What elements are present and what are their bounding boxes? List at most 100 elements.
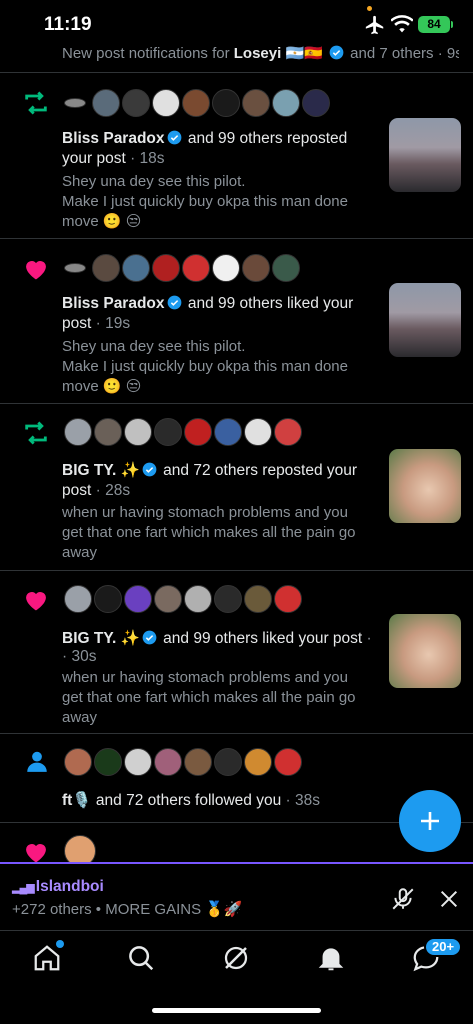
- avatar: [94, 418, 122, 446]
- timestamp: · 38s: [285, 792, 320, 809]
- verified-icon: [167, 295, 181, 310]
- user-name: ft🎙️: [62, 792, 92, 809]
- flags-icon: 🇦🇷🇪🇸: [281, 45, 327, 62]
- avatar-row: [64, 583, 302, 615]
- snippet-line: when ur having stomach problems and you: [62, 669, 348, 686]
- avatar: [152, 254, 180, 282]
- avatar: [214, 748, 242, 776]
- avatar: [272, 89, 300, 117]
- avatar: [274, 748, 302, 776]
- snippet-line: Shey una dey see this pilot.: [62, 338, 246, 355]
- user-name: BIG TY. ✨: [62, 630, 140, 647]
- summary-prefix: New post notifications for: [62, 45, 234, 62]
- status-time: 11:19: [44, 14, 92, 35]
- timestamp: · 18s: [130, 150, 165, 167]
- notification-item[interactable]: BIG TY. ✨ and 72 others reposted your po…: [0, 404, 473, 570]
- post-thumbnail[interactable]: [389, 283, 461, 357]
- avatar: [64, 98, 86, 108]
- tab-home[interactable]: [32, 940, 64, 973]
- verified-icon: [329, 45, 344, 60]
- bell-icon: [318, 948, 344, 971]
- notification-item[interactable]: Bliss Paradox and 99 others liked your p…: [0, 239, 473, 403]
- avatar-row: [64, 252, 300, 284]
- post-snippet: Shey una dey see this pilot. Make I just…: [62, 337, 362, 397]
- notification-text: Bliss Paradox and 99 others liked your: [62, 294, 353, 314]
- post-thumbnail[interactable]: [389, 449, 461, 523]
- tab-search[interactable]: [126, 943, 156, 973]
- snippet-line: move 🙂 😒: [62, 213, 142, 230]
- avatar: [182, 89, 210, 117]
- avatar: [274, 585, 302, 613]
- mic-off-icon[interactable]: [390, 886, 416, 912]
- repost-icon: [25, 91, 47, 115]
- notification-text: BIG TY. ✨ and 99 others liked your post …: [62, 630, 372, 647]
- user-name: Bliss Paradox: [62, 295, 165, 312]
- avatar: [154, 748, 182, 776]
- summary-name: Loseyi: [233, 45, 282, 62]
- avatar: [92, 89, 120, 117]
- timestamp: · 19s: [95, 315, 131, 332]
- verified-icon: [167, 130, 181, 145]
- home-indicator: [152, 1008, 321, 1013]
- spaces-dock[interactable]: ▂▄▆ Islandboi +272 others • MORE GAINS 🥇…: [0, 862, 473, 928]
- snippet-line: away: [62, 544, 98, 561]
- avatar: [124, 585, 152, 613]
- notification-text-cont: post · 28s: [62, 481, 130, 501]
- search-icon: [129, 946, 154, 971]
- timestamp: · 28s: [95, 482, 131, 499]
- notification-text-cont: · 30s: [62, 647, 96, 667]
- tab-notifications[interactable]: [316, 943, 346, 973]
- action-text: and 99 others liked your post: [158, 630, 363, 647]
- action-text: and 99 others liked your: [183, 295, 354, 312]
- post-thumbnail[interactable]: [389, 118, 461, 192]
- timestamp: · 30s: [62, 648, 97, 665]
- battery-tip: [451, 21, 453, 28]
- avatar-row: [64, 87, 330, 119]
- post-thumbnail[interactable]: [389, 614, 461, 688]
- notification-item[interactable]: Bliss Paradox and 99 others reposted you…: [0, 73, 473, 239]
- avatar: [64, 748, 92, 776]
- post-snippet: Shey una dey see this pilot. Make I just…: [62, 172, 362, 232]
- unread-dot: [56, 940, 64, 948]
- summary-time: · 9s: [437, 45, 459, 62]
- avatar: [302, 89, 330, 117]
- post-snippet: when ur having stomach problems and you …: [62, 503, 362, 563]
- avatar: [244, 418, 272, 446]
- verified-icon: [142, 462, 157, 477]
- avatar: [184, 418, 212, 446]
- tab-grok[interactable]: [221, 943, 251, 973]
- avatar: [94, 748, 122, 776]
- avatar: [242, 89, 270, 117]
- avatar: [242, 254, 270, 282]
- avatar: [244, 585, 272, 613]
- avatar: [122, 89, 150, 117]
- person-icon: [27, 751, 47, 772]
- notification-item[interactable]: BIG TY. ✨ and 99 others liked your post …: [0, 571, 473, 733]
- notification-text: Bliss Paradox and 99 others reposted: [62, 129, 347, 149]
- avatar: [184, 748, 212, 776]
- status-bar: 11:19 84: [0, 0, 473, 50]
- compose-button[interactable]: [399, 790, 461, 852]
- notification-text: ft🎙️ and 72 others followed you · 38s: [62, 791, 320, 811]
- action-text: and 72 others followed you: [91, 792, 282, 809]
- live-bars-icon: ▂▄▆: [12, 882, 36, 894]
- avatar: [122, 254, 150, 282]
- snippet-line: get that one fart which makes all the pa…: [62, 689, 356, 706]
- user-name: Bliss Paradox: [62, 130, 165, 147]
- close-icon[interactable]: [438, 888, 460, 910]
- avatar: [124, 748, 152, 776]
- snippet-line: Make I just quickly buy okpa this man do…: [62, 193, 348, 210]
- repost-icon: [25, 421, 47, 445]
- notification-text: BIG TY. ✨ and 72 others reposted your: [62, 461, 357, 481]
- avatar: [244, 748, 272, 776]
- avatar: [64, 585, 92, 613]
- post-notification-summary[interactable]: New post notifications for Loseyi 🇦🇷🇪🇸 a…: [62, 44, 459, 62]
- snippet-line: Make I just quickly buy okpa this man do…: [62, 358, 348, 375]
- avatar: [154, 418, 182, 446]
- avatar: [64, 263, 86, 273]
- summary-suffix: and 7 others: [345, 45, 434, 62]
- action-text: and 72 others reposted your: [158, 462, 358, 479]
- avatar: [94, 585, 122, 613]
- avatar: [64, 418, 92, 446]
- avatar: [212, 254, 240, 282]
